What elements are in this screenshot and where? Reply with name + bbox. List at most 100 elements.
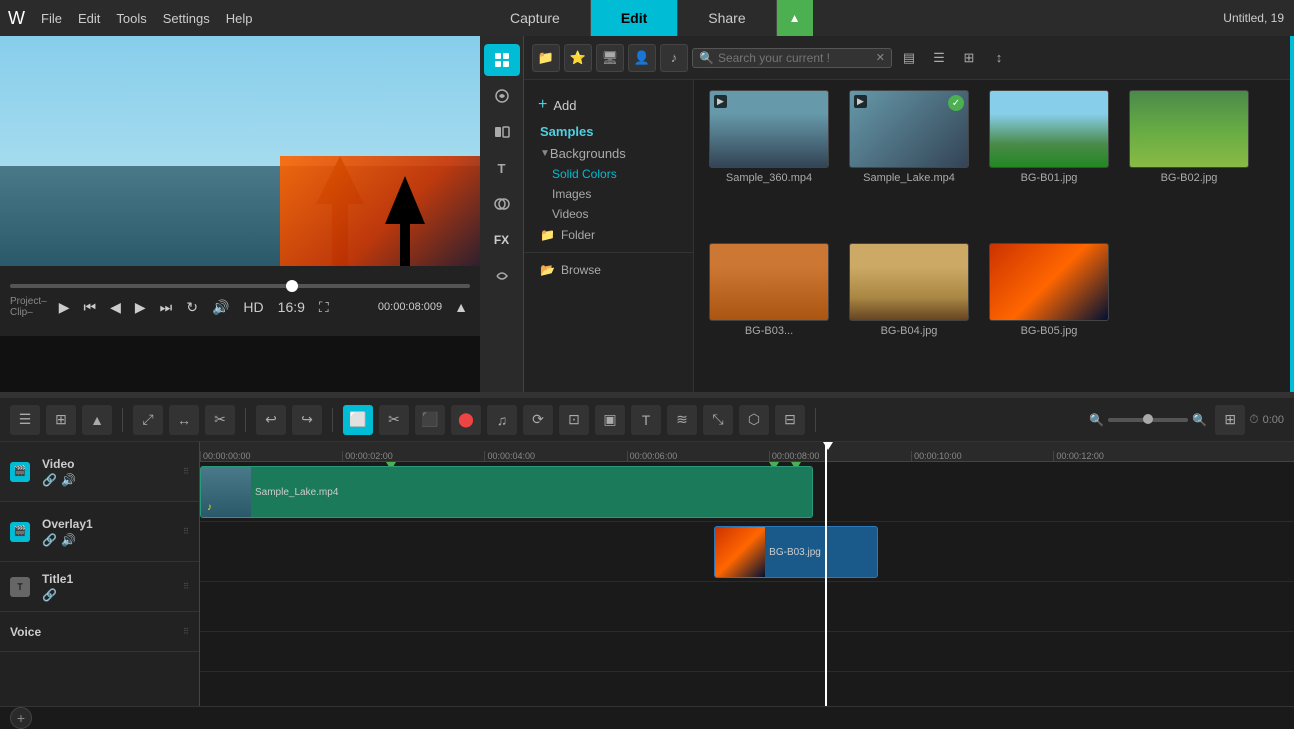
- media-item-bg_b03[interactable]: BG-B03...: [704, 243, 834, 386]
- overlay-tool-button[interactable]: [484, 188, 520, 220]
- next-frame-button[interactable]: ▶: [133, 297, 148, 318]
- tab-share[interactable]: Share: [678, 0, 776, 36]
- stabilize-button[interactable]: ≋: [667, 405, 697, 435]
- fit-timeline-button[interactable]: ⊞: [1215, 405, 1245, 435]
- view-list2-button[interactable]: ☰: [926, 45, 952, 71]
- add-media-button[interactable]: + Add: [524, 90, 693, 120]
- sidebar-backgrounds[interactable]: ▼ Backgrounds: [524, 143, 693, 164]
- sidebar-browse[interactable]: 📂 Browse: [524, 259, 693, 281]
- timeline-collapse-button[interactable]: ⊞: [46, 405, 76, 435]
- video-badge: ▶: [714, 95, 727, 108]
- zoom-slider[interactable]: [1108, 418, 1188, 422]
- play-button[interactable]: ▶: [57, 297, 72, 318]
- trim-button[interactable]: ✂: [205, 405, 235, 435]
- menu-edit[interactable]: Edit: [78, 11, 100, 26]
- media-folder-button[interactable]: 📁: [532, 44, 560, 72]
- hd-button[interactable]: HD: [241, 297, 265, 317]
- media-item-bg_b01[interactable]: BG-B01.jpg: [984, 90, 1114, 233]
- search-clear-button[interactable]: ✕: [876, 51, 885, 64]
- sidebar-samples[interactable]: Samples: [524, 120, 693, 143]
- voice-drag-handle[interactable]: ⠿: [183, 627, 189, 636]
- timeline-addtrack-button[interactable]: ▲: [82, 405, 112, 435]
- sort-button[interactable]: ↕: [986, 45, 1012, 71]
- media-audio-button[interactable]: ♪: [660, 44, 688, 72]
- record-button[interactable]: ⬤: [451, 405, 481, 435]
- sidebar-solid-colors[interactable]: Solid Colors: [524, 164, 693, 184]
- text-tool-button[interactable]: T: [484, 152, 520, 184]
- fit-button[interactable]: ⤢: [133, 405, 163, 435]
- export-button[interactable]: ⊟: [775, 405, 805, 435]
- color-correct-button[interactable]: ⬡: [739, 405, 769, 435]
- toolbar-separator-2: [245, 408, 246, 432]
- media-camera-button[interactable]: ⭐: [564, 44, 592, 72]
- motion-tool-button[interactable]: [484, 260, 520, 292]
- menu-help[interactable]: Help: [226, 11, 253, 26]
- sidebar-folder[interactable]: 📁 Folder: [524, 224, 693, 246]
- overlay-clip-label: BG-B03.jpg: [765, 545, 825, 560]
- timecode-up[interactable]: ▲: [452, 297, 470, 317]
- media-item-sample_lake[interactable]: ▶✓Sample_Lake.mp4: [844, 90, 974, 233]
- fx-tool-button[interactable]: FX: [484, 224, 520, 256]
- search-input[interactable]: [718, 51, 876, 65]
- search-icon: 🔍: [699, 51, 714, 65]
- overlay-link-icon[interactable]: 🔗: [42, 533, 57, 547]
- snap-button[interactable]: ↔: [169, 405, 199, 435]
- scrubber[interactable]: [10, 284, 470, 288]
- scrubber-thumb[interactable]: [286, 280, 298, 292]
- mask-button[interactable]: ▣: [595, 405, 625, 435]
- title-link-icon[interactable]: 🔗: [42, 588, 57, 602]
- upload-button[interactable]: ▲: [777, 0, 813, 36]
- video-link-icon[interactable]: 🔗: [42, 473, 57, 487]
- skip-end-button[interactable]: ⏭: [158, 297, 175, 318]
- media-webcam-button[interactable]: 👤: [628, 44, 656, 72]
- multi-select-button[interactable]: ⬛: [415, 405, 445, 435]
- video-drag-handle[interactable]: ⠿: [183, 467, 189, 476]
- skip-start-button[interactable]: ⏮: [81, 297, 98, 318]
- media-item-bg_b04[interactable]: BG-B04.jpg: [844, 243, 974, 386]
- media-tool-button[interactable]: [484, 44, 520, 76]
- view-grid-button[interactable]: ⊞: [956, 45, 982, 71]
- overlay-drag-handle[interactable]: ⠿: [183, 527, 189, 536]
- menu-settings[interactable]: Settings: [163, 11, 210, 26]
- video-clip-sample-lake[interactable]: Sample_Lake.mp4 ♪: [200, 466, 813, 518]
- overlay-clip-bg-b03[interactable]: BG-B03.jpg: [714, 526, 878, 578]
- zoom-thumb: [1143, 414, 1153, 424]
- toolbar-separator-3: [332, 408, 333, 432]
- title-bar: Untitled, 19: [1213, 0, 1294, 36]
- audio-mix-button[interactable]: ♫: [487, 405, 517, 435]
- transition-tool-button[interactable]: [484, 116, 520, 148]
- audio-tool-button[interactable]: [484, 80, 520, 112]
- volume-button[interactable]: 🔊: [210, 297, 231, 318]
- redo-button[interactable]: ↪: [292, 405, 322, 435]
- timeline-tracks-button[interactable]: ☰: [10, 405, 40, 435]
- tab-edit[interactable]: Edit: [591, 0, 678, 36]
- zoom-out-icon[interactable]: 🔍: [1089, 413, 1104, 427]
- select-tool-button[interactable]: ⬜: [343, 405, 373, 435]
- tab-capture[interactable]: Capture: [480, 0, 591, 36]
- media-item-bg_b02[interactable]: BG-B02.jpg: [1124, 90, 1254, 233]
- sidebar-images[interactable]: Images: [524, 184, 693, 204]
- menu-file[interactable]: File: [41, 11, 62, 26]
- menu-tools[interactable]: Tools: [116, 11, 146, 26]
- undo-button[interactable]: ↩: [256, 405, 286, 435]
- fullscreen-button[interactable]: ⛶: [317, 297, 331, 318]
- loop-button[interactable]: ↻: [184, 297, 200, 318]
- sidebar-videos[interactable]: Videos: [524, 204, 693, 224]
- text-overlay-button[interactable]: T: [631, 405, 661, 435]
- media-item-bg_b05[interactable]: BG-B05.jpg: [984, 243, 1114, 386]
- view-list-button[interactable]: ▤: [896, 45, 922, 71]
- ratio-button[interactable]: 16:9: [276, 297, 307, 317]
- add-track-button[interactable]: +: [10, 707, 32, 729]
- cut-tool-button[interactable]: ✂: [379, 405, 409, 435]
- prev-frame-button[interactable]: ◀: [108, 297, 123, 318]
- media-item-sample_360[interactable]: ▶Sample_360.mp4: [704, 90, 834, 233]
- pip-button[interactable]: ⊡: [559, 405, 589, 435]
- media-screen-button[interactable]: 🖥: [596, 44, 624, 72]
- zoom-in-icon[interactable]: 🔍: [1192, 413, 1207, 427]
- motion-button[interactable]: ⟳: [523, 405, 553, 435]
- title-drag-handle[interactable]: ⠿: [183, 582, 189, 591]
- video-volume-icon[interactable]: 🔊: [61, 473, 76, 487]
- track-headers: 🎬 Video 🔗 🔊 ⠿ 🎬 Overlay1 🔗 🔊: [0, 442, 200, 706]
- overlay-volume-icon[interactable]: 🔊: [61, 533, 76, 547]
- pan-zoom-button[interactable]: ⤡: [703, 405, 733, 435]
